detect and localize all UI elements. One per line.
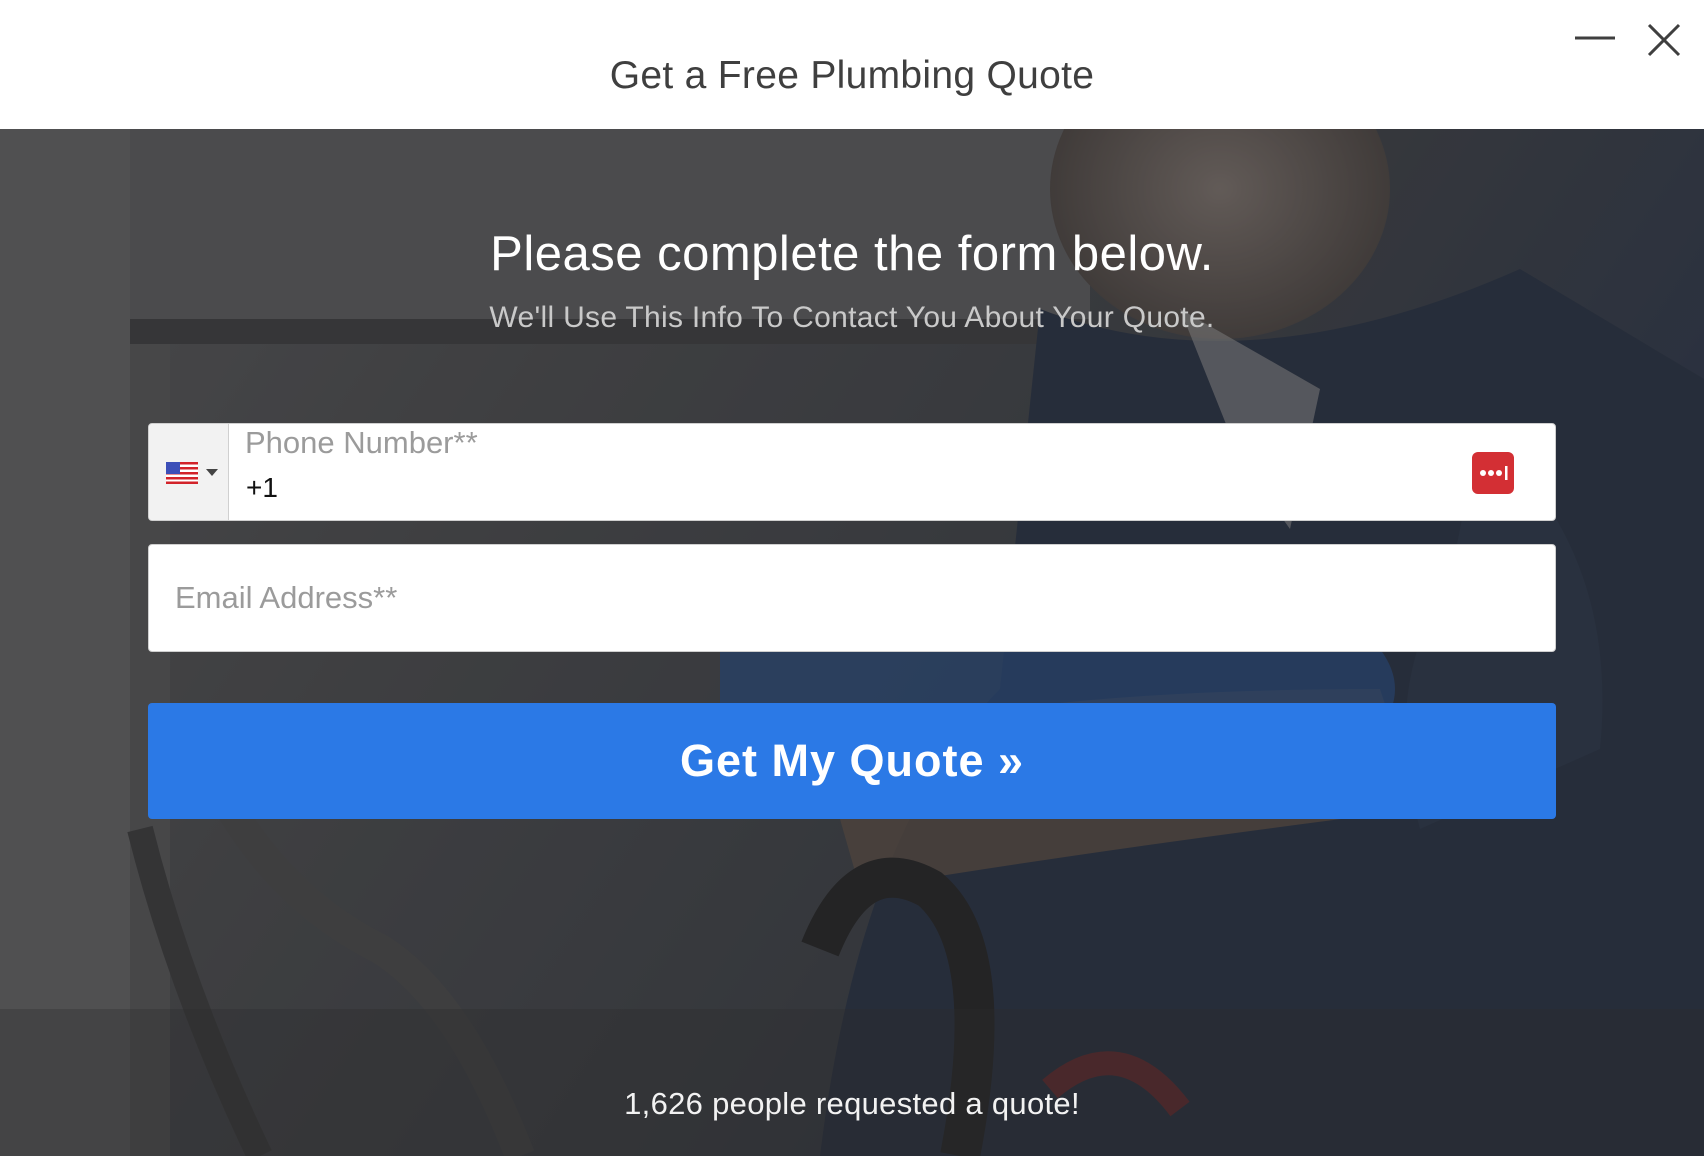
phone-label: Phone Number** xyxy=(245,425,478,460)
email-field[interactable] xyxy=(148,544,1556,652)
minimize-button[interactable] xyxy=(1573,18,1617,62)
minimize-icon xyxy=(1575,36,1615,40)
quote-counter: 1,626 people requested a quote! xyxy=(624,1086,1080,1121)
phone-field[interactable]: Phone Number** +1 xyxy=(148,423,1556,521)
password-manager-button[interactable] xyxy=(1472,452,1514,494)
quote-window: Get a Free Plumbing Quote Please complet… xyxy=(0,0,1704,1156)
country-code-select[interactable] xyxy=(149,424,229,520)
password-manager-icon xyxy=(1480,466,1508,480)
window-title: Get a Free Plumbing Quote xyxy=(609,54,1095,97)
chevron-down-icon xyxy=(206,469,218,476)
phone-input[interactable]: +1 xyxy=(246,472,278,504)
us-flag-icon xyxy=(166,462,198,484)
hero-section: Please complete the form below. We'll Us… xyxy=(0,129,1704,1156)
title-bar: Get a Free Plumbing Quote xyxy=(0,0,1704,129)
get-quote-button[interactable]: Get My Quote » xyxy=(148,703,1556,819)
form-subheading: We'll Use This Info To Contact You About… xyxy=(489,301,1215,334)
close-button[interactable] xyxy=(1642,18,1686,62)
close-icon xyxy=(1647,23,1681,57)
form-heading: Please complete the form below. xyxy=(490,227,1214,281)
